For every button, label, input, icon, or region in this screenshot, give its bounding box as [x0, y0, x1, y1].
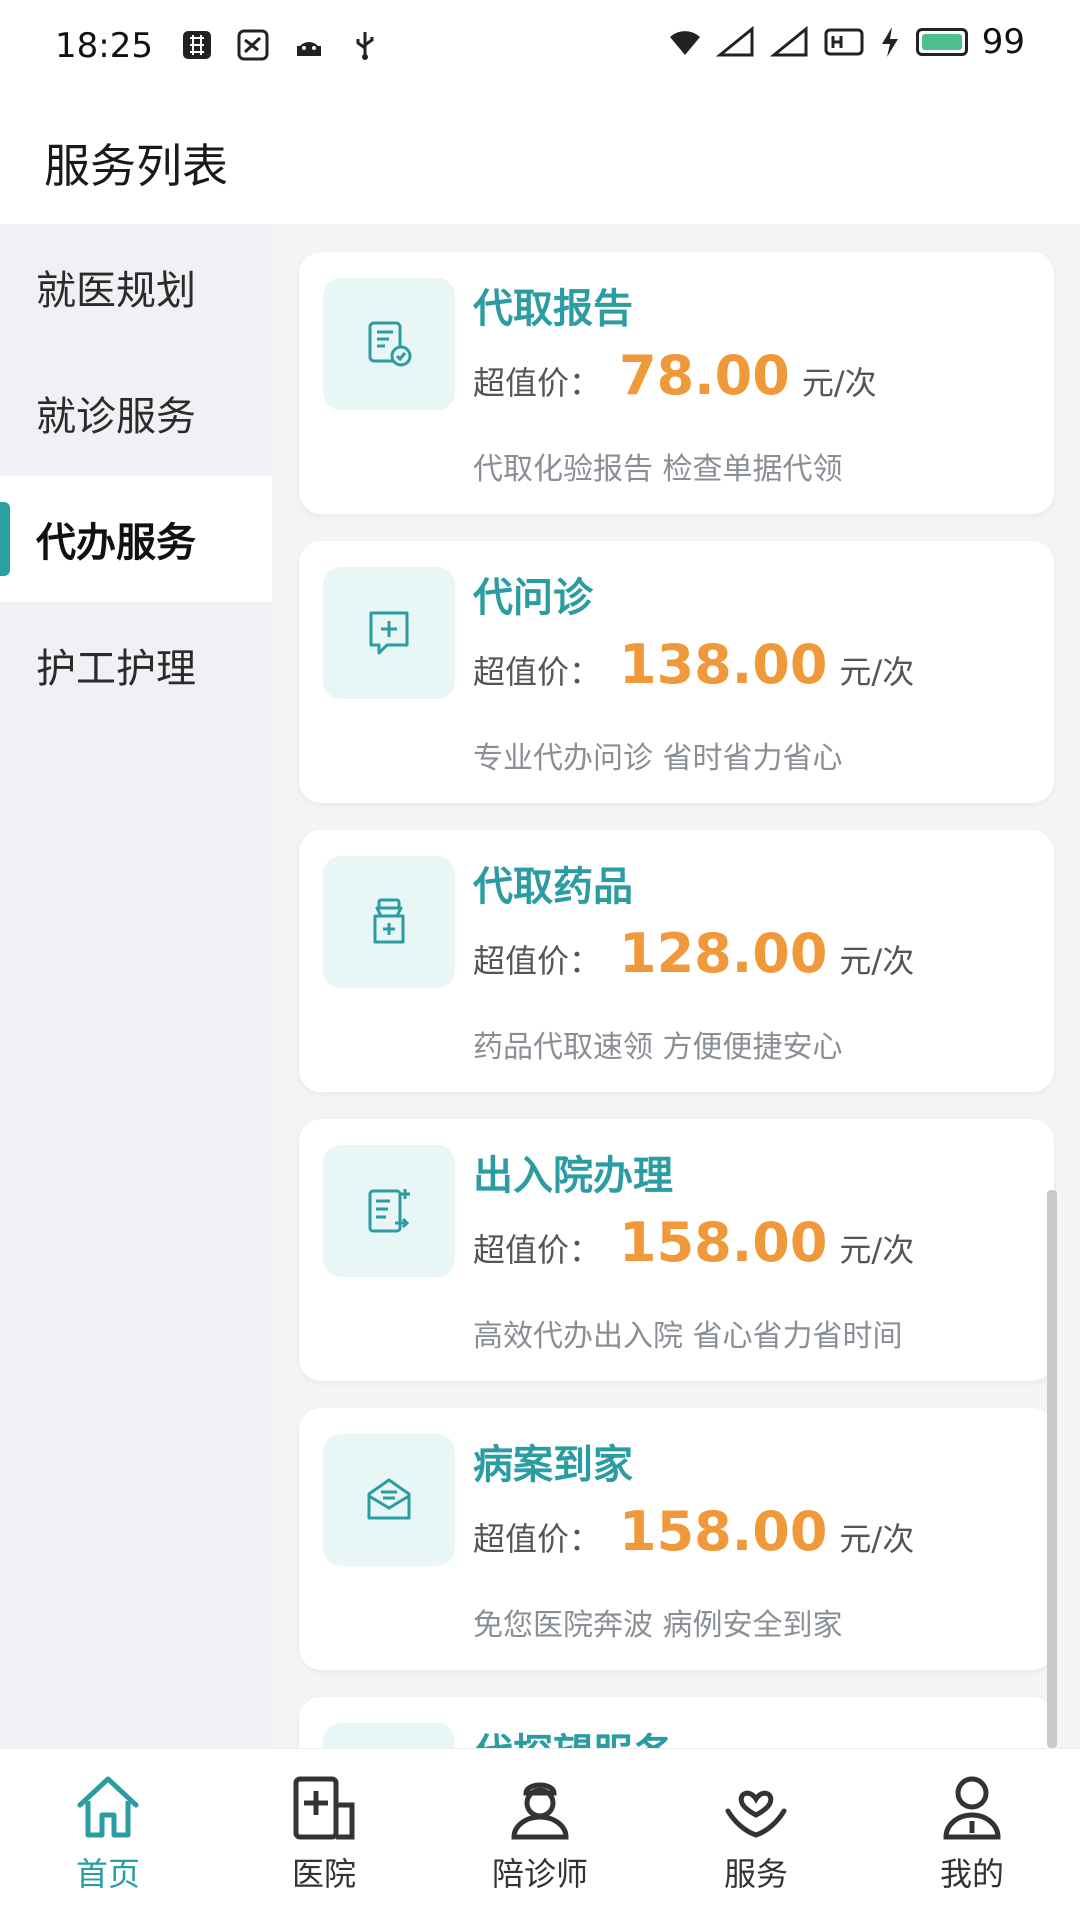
price-value: 78.00	[619, 344, 790, 407]
report-icon	[368, 321, 412, 367]
tab-label: 陪诊师	[491, 1855, 588, 1893]
wifi-icon	[669, 31, 700, 55]
service-card[interactable]: 病案到家 超值价： 158.00 元/次 免您医院奔波 病例安全到家	[299, 1408, 1054, 1670]
service-description: 代取化验报告 检查单据代领	[473, 452, 843, 487]
service-card[interactable]: 出入院办理 超值价： 158.00 元/次 高效代办出入院 省心省力省时间	[299, 1119, 1054, 1381]
price-row: 超值价： 78.00 元/次	[473, 344, 877, 407]
route-notification-icon	[237, 29, 269, 61]
price-value: 138.00	[619, 633, 828, 696]
service-title: 代探望服务	[473, 1721, 673, 1748]
service-description: 专业代办问诊 省时省力省心	[473, 741, 843, 776]
service-description: 药品代取速领 方便便捷安心	[473, 1030, 843, 1065]
service-card[interactable]: 代取药品 超值价： 128.00 元/次 药品代取速领 方便便捷安心	[299, 830, 1054, 1092]
sidebar-item-medical-planning[interactable]: 就医规划	[0, 224, 272, 350]
tab-label: 医院	[291, 1855, 356, 1893]
battery-icon	[915, 28, 968, 56]
price-label: 超值价：	[473, 1231, 602, 1269]
service-card[interactable]: 代取报告 超值价： 78.00 元/次 代取化验报告 检查单据代领	[299, 252, 1054, 514]
usb-icon	[356, 32, 374, 60]
tab-label: 服务	[723, 1855, 788, 1893]
sidebar-item-label: 就医规划	[36, 268, 196, 314]
category-sidebar: 就医规划 就诊服务 代办服务 护工护理	[0, 224, 272, 1748]
tab-home[interactable]: 首页	[0, 1749, 216, 1921]
service-title: 代问诊	[473, 575, 593, 621]
grid-notification-icon	[183, 31, 211, 59]
mail-icon	[367, 1478, 411, 1520]
service-icon-box	[323, 278, 455, 410]
price-row: 超值价： 128.00 元/次	[473, 922, 914, 985]
service-card[interactable]: 代探望服务	[299, 1697, 1054, 1748]
sidebar-item-errand-services[interactable]: 代办服务	[0, 476, 272, 602]
price-row: 超值价： 158.00 元/次	[473, 1211, 914, 1274]
status-bar: 18:25 99	[0, 0, 1080, 92]
price-value: 158.00	[619, 1500, 828, 1563]
charging-icon	[881, 27, 898, 57]
service-icon-box	[323, 856, 455, 988]
price-unit: 元/次	[839, 942, 915, 980]
service-icon-box	[323, 1434, 455, 1566]
price-label: 超值价：	[473, 653, 602, 691]
tab-hospital[interactable]: 医院	[216, 1749, 432, 1921]
admission-icon	[368, 1189, 410, 1233]
service-icon-box	[323, 1723, 455, 1748]
tab-service[interactable]: 服务	[648, 1749, 864, 1921]
price-unit: 元/次	[801, 364, 877, 402]
tab-label: 首页	[75, 1855, 140, 1893]
tab-profile[interactable]: 我的	[864, 1749, 1080, 1921]
sidebar-item-clinic-services[interactable]: 就诊服务	[0, 350, 272, 476]
service-card[interactable]: 代问诊 超值价： 138.00 元/次 专业代办问诊 省时省力省心	[299, 541, 1054, 803]
price-label: 超值价：	[473, 942, 602, 980]
sidebar-item-label: 就诊服务	[36, 394, 196, 440]
service-title: 病案到家	[473, 1442, 633, 1488]
service-description: 免您医院奔波 病例安全到家	[473, 1608, 843, 1643]
service-icon-box	[323, 567, 455, 699]
home-icon	[77, 1776, 139, 1838]
bottom-tab-bar: 首页 医院 陪诊师 服务 我的	[0, 1748, 1080, 1921]
sidebar-item-label: 代办服务	[36, 520, 196, 566]
android-icon	[297, 42, 321, 56]
price-row: 超值价： 138.00 元/次	[473, 633, 914, 696]
medicine-icon	[373, 898, 405, 944]
tab-label: 我的	[939, 1855, 1004, 1893]
service-icon	[725, 1790, 787, 1838]
service-list[interactable]: 代取报告 超值价： 78.00 元/次 代取化验报告 检查单据代领 代问诊 超值…	[272, 224, 1080, 1748]
signal-5g-icon-2	[769, 25, 808, 57]
price-unit: 元/次	[839, 1231, 915, 1269]
price-row: 超值价： 158.00 元/次	[473, 1500, 914, 1563]
tab-companion[interactable]: 陪诊师	[432, 1749, 648, 1921]
page-header: 服务列表	[0, 92, 1080, 224]
sidebar-item-nursing-care[interactable]: 护工护理	[0, 602, 272, 728]
profile-icon	[943, 1776, 1001, 1840]
price-label: 超值价：	[473, 364, 602, 402]
price-label: 超值价：	[473, 1520, 602, 1558]
notification-icons	[180, 28, 382, 62]
service-title: 出入院办理	[473, 1153, 673, 1199]
price-unit: 元/次	[839, 1520, 915, 1558]
signal-5g-icon	[715, 25, 754, 57]
nurse-icon	[511, 1782, 569, 1840]
hd-icon	[824, 28, 864, 56]
price-value: 128.00	[619, 922, 828, 985]
page-title: 服务列表	[44, 139, 228, 193]
service-description: 高效代办出入院 省心省力省时间	[473, 1319, 903, 1354]
status-time: 18:25	[55, 26, 153, 66]
price-unit: 元/次	[839, 653, 915, 691]
price-value: 158.00	[619, 1211, 828, 1274]
service-title: 代取报告	[473, 286, 633, 332]
system-status-icons: 99	[668, 22, 1025, 62]
consult-icon	[369, 611, 409, 655]
scrollbar[interactable]	[1047, 1190, 1057, 1748]
service-title: 代取药品	[473, 864, 633, 910]
sidebar-item-label: 护工护理	[36, 646, 196, 692]
hospital-icon	[293, 1776, 355, 1840]
battery-level: 99	[981, 22, 1025, 62]
service-icon-box	[323, 1145, 455, 1277]
